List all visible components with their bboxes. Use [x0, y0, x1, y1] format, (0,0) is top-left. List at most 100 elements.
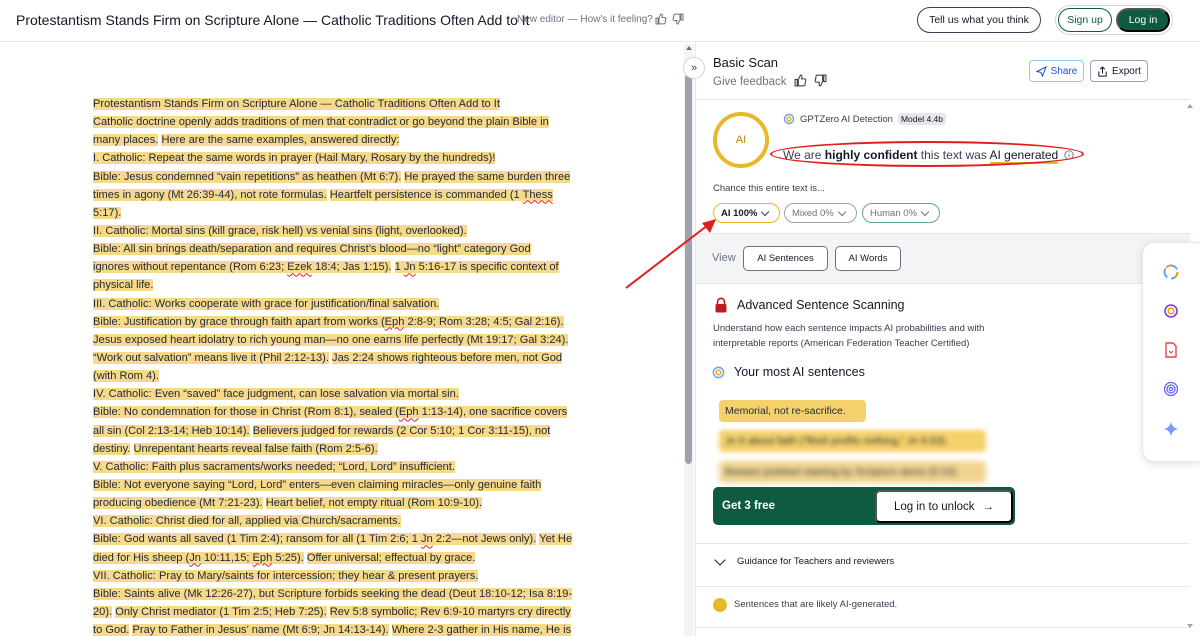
editor-feedback-note: New editor — How's it feeling?	[517, 14, 653, 25]
document-line[interactable]: II. Catholic: Mortal sins (kill grace, r…	[93, 222, 608, 240]
document-line[interactable]: Bible: Jesus condemned “vain repetitions…	[93, 168, 608, 186]
highlighted-sentence: 20).	[93, 605, 113, 618]
document-line[interactable]: 20). Only Christ mediator (1 Tim 2:5; He…	[93, 603, 608, 621]
document-line[interactable]: IV. Catholic: Even “saved” face judgment…	[93, 385, 608, 403]
highlighted-sentence: Bible: Jesus condemned “vain repetitions…	[93, 170, 402, 183]
ai-probability-pill[interactable]: AI 100%	[713, 203, 780, 223]
human-probability-pill[interactable]: Human 0%	[862, 203, 940, 223]
ai-sentence-chip[interactable]: Memorial, not re-sacrifice.	[719, 400, 866, 422]
thumbs-down-icon[interactable]	[672, 13, 684, 25]
highlighted-sentence: He prayed the same burden three	[404, 170, 571, 183]
document-body[interactable]: Protestantism Stands Firm on Scripture A…	[93, 95, 608, 636]
log-in-button[interactable]: Log in	[1116, 8, 1170, 32]
document-line[interactable]: times in agony (Mt 26:39-44), not rote f…	[93, 186, 608, 204]
top-bar: Protestantism Stands Firm on Scripture A…	[0, 0, 1200, 42]
ai-sentences-button[interactable]: AI Sentences	[743, 246, 828, 271]
highlighted-sentence: Only Christ mediator (1 Tim 2:5; Heb 7:2…	[115, 605, 327, 618]
highlighted-sentence: V. Catholic: Faith plus sacraments/works…	[93, 460, 455, 473]
document-line[interactable]: Bible: No condemnation for those in Chri…	[93, 403, 608, 421]
document-line[interactable]: to God. Pray to Father in Jesus’ name (M…	[93, 621, 608, 636]
sparkle-icon[interactable]	[1162, 420, 1180, 438]
document-line[interactable]: ignores without repentance (Rom 6:23; Ez…	[93, 258, 608, 276]
document-line[interactable]: Catholic doctrine openly adds traditions…	[93, 113, 608, 131]
document-line[interactable]: I. Catholic: Repeat the same words in pr…	[93, 149, 608, 167]
highlighted-sentence: 5:16-17 is specific context of	[415, 261, 559, 274]
document-icon[interactable]	[1162, 341, 1180, 359]
highlighted-sentence: Offer universal; effectual by grace.	[306, 551, 476, 564]
document-line[interactable]: Bible: All sin brings death/separation a…	[93, 240, 608, 258]
mixed-pill-label: Mixed 0%	[792, 207, 834, 219]
fingerprint-icon[interactable]	[1162, 380, 1180, 398]
highlighted-sentence: all sin (Col 2:13-14; Heb 10:14).	[93, 424, 250, 437]
highlighted-sentence: 5:17).	[93, 206, 122, 219]
export-button[interactable]: Export	[1090, 60, 1148, 82]
document-line[interactable]: VII. Catholic: Pray to Mary/saints for i…	[93, 567, 608, 585]
share-icon	[1035, 65, 1047, 77]
share-button[interactable]: Share	[1029, 60, 1084, 82]
spellcheck-word: Jn	[323, 624, 335, 636]
lock-icon	[715, 297, 727, 313]
guidance-accordion[interactable]: Guidance for Teachers and reviewers	[737, 556, 894, 567]
model-badge: Model 4.4b	[897, 113, 946, 125]
ai-legend-text: Sentences that are likely AI-generated.	[734, 599, 898, 610]
highlighted-sentence: Unrepentant hearts reveal false faith (R…	[133, 442, 378, 455]
panel-scroll-down-icon[interactable]	[1187, 624, 1193, 628]
log-in-to-unlock-button[interactable]: Log in to unlock →	[875, 490, 1013, 523]
highlighted-sentence: Heartfelt persistence is commanded (1	[329, 188, 523, 201]
highlighted-sentence: Here are the same examples, answered dir…	[161, 134, 400, 147]
detection-name: GPTZero AI Detection	[800, 113, 893, 125]
highlighted-sentence: to God.	[93, 624, 130, 636]
sign-up-button[interactable]: Sign up	[1058, 8, 1112, 32]
divider	[696, 586, 1190, 587]
document-title[interactable]: Protestantism Stands Firm on Scripture A…	[16, 12, 530, 28]
spellcheck-word: Jn	[403, 261, 416, 274]
ring-spinner-icon[interactable]	[1162, 263, 1180, 281]
document-line[interactable]: V. Catholic: Faith plus sacraments/works…	[93, 458, 608, 476]
human-pill-label: Human 0%	[870, 207, 917, 219]
highlighted-sentence: died for His sheep (	[93, 551, 190, 564]
document-line[interactable]: all sin (Col 2:13-14; Heb 10:14). Believ…	[93, 422, 608, 440]
document-line[interactable]: physical life.	[93, 276, 608, 294]
ai-sentence-chip-blurred: Beware prebiset starting by Scripture al…	[719, 461, 986, 483]
document-line[interactable]: III. Catholic: Works cooperate with grac…	[93, 295, 608, 313]
thumbs-up-icon[interactable]	[655, 13, 667, 25]
document-line[interactable]: “Work out salvation” means live it (Phil…	[93, 349, 608, 367]
highlighted-sentence: Jas 2:24 shows righteous before men, not…	[332, 351, 563, 364]
document-line[interactable]: Bible: Saints alive (Mk 12:26-27), but S…	[93, 585, 608, 603]
document-line[interactable]: destiny. Unrepentant hearts reveal false…	[93, 440, 608, 458]
panel-divider	[695, 43, 696, 636]
document-line[interactable]: Bible: Not everyone saying “Lord, Lord” …	[93, 476, 608, 494]
collapse-panel-button[interactable]: »	[683, 57, 705, 79]
document-line[interactable]: Bible: Justification by grace through fa…	[93, 313, 608, 331]
ai-words-button[interactable]: AI Words	[835, 246, 901, 271]
gptzero-logo-icon	[712, 366, 725, 379]
document-editor[interactable]: Protestantism Stands Firm on Scripture A…	[0, 43, 682, 636]
highlighted-sentence: Bible: God wants all saved (1 Tim 2:4); …	[93, 533, 422, 546]
document-line[interactable]: died for His sheep (Jn 10:11,15; Eph 5:2…	[93, 549, 608, 567]
target-icon[interactable]	[1162, 302, 1180, 320]
highlighted-sentence: I. Catholic: Repeat the same words in pr…	[93, 152, 496, 165]
document-line[interactable]: Jesus exposed heart idolatry to rich you…	[93, 331, 608, 349]
highlighted-sentence: 2:8-9; Rom 3:28; 4:5; Gal 2:16).	[404, 315, 564, 328]
mixed-probability-pill[interactable]: Mixed 0%	[784, 203, 857, 223]
tell-us-button[interactable]: Tell us what you think	[917, 7, 1041, 33]
document-line[interactable]: many places. Here are the same examples,…	[93, 131, 608, 149]
scroll-up-arrow-icon[interactable]	[686, 46, 692, 50]
highlighted-sentence: Bible: All sin brings death/separation a…	[93, 243, 531, 256]
document-line[interactable]: Protestantism Stands Firm on Scripture A…	[93, 95, 608, 113]
thumbs-up-icon[interactable]	[794, 74, 807, 87]
document-line[interactable]: producing obedience (Mt 7:21-23). Heart …	[93, 494, 608, 512]
document-line[interactable]: (with Rom 4).	[93, 367, 608, 385]
highlighted-sentence: times in agony (Mt 26:39-44), not rote f…	[93, 188, 327, 201]
document-line[interactable]: Bible: God wants all saved (1 Tim 2:4); …	[93, 530, 608, 548]
highlighted-sentence: 1	[394, 261, 404, 274]
document-line[interactable]: VI. Catholic: Christ died for all, appli…	[93, 512, 608, 530]
highlighted-sentence: VII. Catholic: Pray to Mary/saints for i…	[93, 569, 479, 582]
document-line[interactable]: 5:17).	[93, 204, 608, 222]
ai-sentence-chip-blurred: Jn 6 about faith (“flesh profits nothing…	[719, 430, 986, 452]
highlighted-sentence: Yet He	[539, 533, 573, 546]
thumbs-down-icon[interactable]	[814, 74, 827, 87]
spellcheck-word: Eph	[384, 315, 405, 328]
chevron-down-icon[interactable]	[714, 554, 726, 566]
panel-scroll-up-icon[interactable]	[1187, 104, 1193, 108]
